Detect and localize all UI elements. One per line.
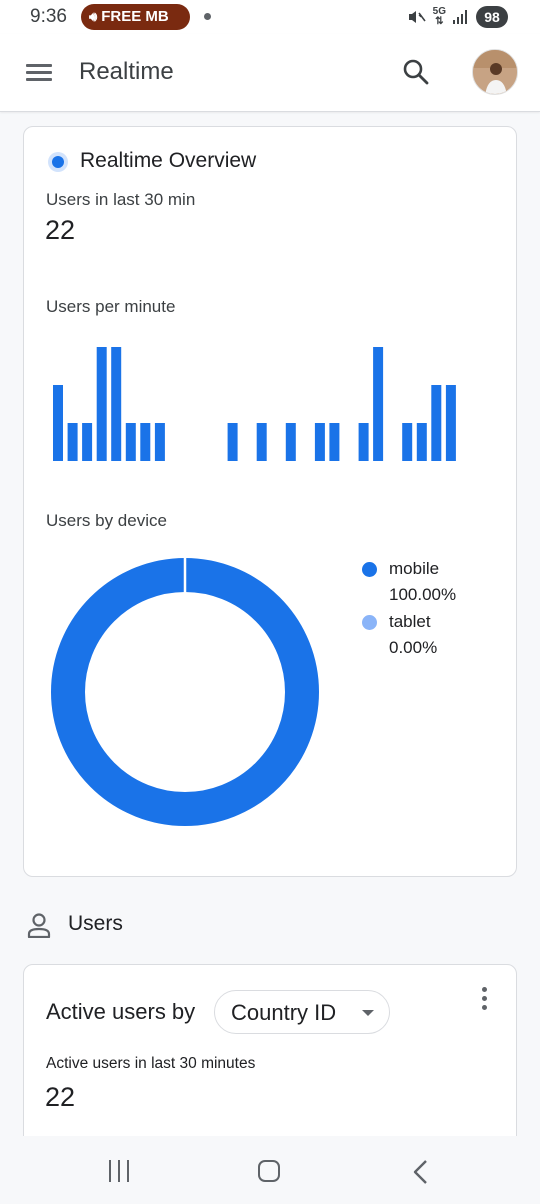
legend-dot-mobile — [362, 562, 377, 577]
signal-icon — [453, 10, 467, 24]
status-time: 9:36 — [30, 6, 67, 27]
avatar-image — [473, 50, 517, 94]
users-per-minute-bar — [445, 385, 456, 461]
speaker-icon: 🔊︎ — [89, 9, 98, 24]
users-30min-label: Users in last 30 min — [46, 190, 196, 209]
menu-icon[interactable] — [26, 62, 52, 82]
legend-name: mobile — [389, 559, 440, 578]
users-per-minute-bar — [96, 347, 107, 461]
battery-indicator: 98 — [476, 6, 508, 28]
caret-down-icon — [362, 1010, 374, 1016]
avatar[interactable] — [472, 49, 518, 95]
users-per-minute-bar — [82, 423, 93, 461]
legend-name: tablet — [389, 612, 431, 631]
users-30min-value: 22 — [45, 215, 76, 245]
free-mb-pill[interactable]: 🔊︎ FREE MB — [81, 4, 190, 30]
users-per-minute-chart — [53, 347, 456, 461]
users-per-minute-bar — [53, 385, 63, 461]
active-users-label: Active users in last 30 minutes — [46, 1055, 256, 1072]
users-per-minute-bar — [256, 423, 267, 461]
users-per-minute-bar — [125, 423, 136, 461]
dimension-value: Country ID — [231, 1000, 337, 1025]
users-per-minute-bar — [402, 423, 413, 461]
realtime-overview-card: Realtime Overview Users in last 30 min 2… — [23, 126, 517, 877]
users-per-minute-bar — [314, 423, 325, 461]
users-per-minute-bar — [285, 423, 296, 461]
search-icon[interactable] — [402, 58, 430, 86]
active-users-title: Active users by — [46, 999, 196, 1024]
users-section-title: Users — [68, 912, 123, 935]
page-title: Realtime — [79, 58, 174, 85]
users-per-minute-bar — [154, 423, 165, 461]
users-per-minute-bar — [431, 385, 442, 461]
home-icon[interactable] — [258, 1160, 280, 1182]
app-bar: Realtime — [0, 34, 540, 112]
users-per-minute-bar — [140, 423, 151, 461]
status-bar: 9:36 🔊︎ FREE MB 5G ⇅ 98 — [0, 0, 540, 34]
users-per-minute-bar — [416, 423, 427, 461]
free-mb-label: FREE MB — [101, 8, 169, 25]
overview-title: Realtime Overview — [80, 149, 257, 172]
users-per-minute-bar — [111, 347, 122, 461]
more-vert-icon[interactable] — [476, 985, 492, 1013]
users-per-minute-label: Users per minute — [46, 297, 176, 316]
users-per-minute-bar — [227, 423, 238, 461]
donut-slice-mobile — [51, 558, 319, 826]
person-icon — [27, 913, 51, 938]
users-section-header: Users — [27, 908, 327, 942]
users-by-device-chart — [51, 557, 319, 826]
dimension-dropdown[interactable]: Country ID — [214, 990, 390, 1034]
system-nav-bar — [0, 1136, 540, 1204]
network-type: 5G — [432, 6, 446, 17]
users-per-minute-bar — [329, 423, 340, 461]
back-icon[interactable] — [410, 1159, 432, 1185]
notification-dot — [204, 13, 211, 20]
active-users-value: 22 — [45, 1082, 76, 1112]
legend-pct: 0.00% — [389, 638, 438, 657]
recents-icon[interactable] — [107, 1160, 131, 1182]
users-by-device-label: Users by device — [46, 511, 167, 530]
users-per-minute-bar — [358, 423, 369, 461]
network-5g-icon: 5G ⇅ — [432, 6, 446, 27]
legend-dot-tablet — [362, 615, 377, 630]
mute-icon — [408, 11, 426, 23]
users-per-minute-bar — [373, 347, 384, 461]
live-indicator-icon — [52, 156, 64, 168]
legend-pct: 100.00% — [389, 585, 457, 604]
users-per-minute-bar — [67, 423, 78, 461]
status-icons: 5G ⇅ 98 — [408, 4, 540, 30]
